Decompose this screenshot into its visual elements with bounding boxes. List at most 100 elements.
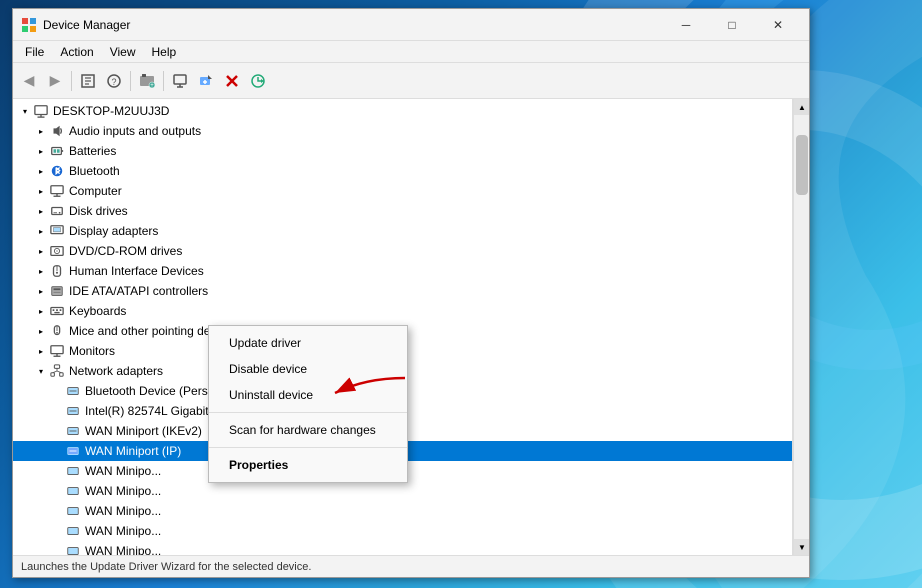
wan5-expand <box>49 543 65 555</box>
audio-icon <box>49 123 65 139</box>
bluetooth-icon <box>49 163 65 179</box>
monitors-icon <box>49 343 65 359</box>
keyboards-label: Keyboards <box>69 304 126 318</box>
menu-view[interactable]: View <box>102 43 144 61</box>
nic-icon-5 <box>65 463 81 479</box>
menu-file[interactable]: File <box>17 43 52 61</box>
scroll-down-button[interactable]: ▼ <box>794 539 809 555</box>
scroll-thumb[interactable] <box>796 135 808 195</box>
computer-expand[interactable] <box>33 183 49 199</box>
root-label: DESKTOP-M2UUJ3D <box>53 104 169 118</box>
wan1-expand <box>49 463 65 479</box>
back-button[interactable]: ◀ <box>17 69 41 93</box>
ctx-separator-1 <box>209 412 407 413</box>
tree-item-wan-5[interactable]: WAN Minipo... <box>13 541 792 555</box>
mouse-icon <box>49 323 65 339</box>
help-button[interactable]: ? <box>102 69 126 93</box>
tree-item-bluetooth[interactable]: Bluetooth <box>13 161 792 181</box>
keyboards-expand[interactable] <box>33 303 49 319</box>
minimize-button[interactable]: ─ <box>663 9 709 41</box>
root-expand[interactable] <box>17 103 33 119</box>
add-driver-button[interactable] <box>194 69 218 93</box>
disk-icon <box>49 203 65 219</box>
hid-expand[interactable] <box>33 263 49 279</box>
display-icon <box>49 223 65 239</box>
tree-item-wan-3[interactable]: WAN Minipo... <box>13 501 792 521</box>
wan-ikev2-label: WAN Miniport (IKEv2) <box>85 424 202 438</box>
mice-expand[interactable] <box>33 323 49 339</box>
computer2-icon <box>49 183 65 199</box>
tree-root[interactable]: DESKTOP-M2UUJ3D <box>13 101 792 121</box>
content-area: DESKTOP-M2UUJ3D Audio inputs and outputs <box>13 99 809 555</box>
network-expand[interactable] <box>33 363 49 379</box>
close-button[interactable]: ✕ <box>755 9 801 41</box>
wan-ip-expand <box>49 443 65 459</box>
ctx-separator-2 <box>209 447 407 448</box>
device-manager-window: Device Manager ─ □ ✕ File Action View He… <box>12 8 810 578</box>
tree-item-audio[interactable]: Audio inputs and outputs <box>13 121 792 141</box>
keyboard-icon <box>49 303 65 319</box>
forward-button[interactable]: ▶ <box>43 69 67 93</box>
toolbar-separator-1 <box>71 71 72 91</box>
ide-expand[interactable] <box>33 283 49 299</box>
bluetooth-label: Bluetooth <box>69 164 120 178</box>
window-icon <box>21 17 37 33</box>
nic-icon-7 <box>65 503 81 519</box>
tree-item-ide[interactable]: IDE ATA/ATAPI controllers <box>13 281 792 301</box>
batteries-icon <box>49 143 65 159</box>
context-menu: Update driver Disable device Uninstall d… <box>208 325 408 483</box>
properties-button[interactable] <box>76 69 100 93</box>
svg-text:+: + <box>150 83 154 89</box>
tree-item-display[interactable]: Display adapters <box>13 221 792 241</box>
tree-item-dvd[interactable]: DVD/CD-ROM drives <box>13 241 792 261</box>
tree-item-batteries[interactable]: Batteries <box>13 141 792 161</box>
ctx-scan-hardware[interactable]: Scan for hardware changes <box>209 417 407 443</box>
window-controls: ─ □ ✕ <box>663 9 801 41</box>
tree-item-hid[interactable]: Human Interface Devices <box>13 261 792 281</box>
maximize-button[interactable]: □ <box>709 9 755 41</box>
audio-expand[interactable] <box>33 123 49 139</box>
scroll-up-button[interactable]: ▲ <box>794 99 809 115</box>
tree-item-wan-2[interactable]: WAN Minipo... <box>13 481 792 501</box>
remove-button[interactable] <box>220 69 244 93</box>
dvd-label: DVD/CD-ROM drives <box>69 244 182 258</box>
ctx-update-driver[interactable]: Update driver <box>209 330 407 356</box>
ctx-uninstall-device[interactable]: Uninstall device <box>209 382 407 408</box>
nic-icon-4 <box>65 443 81 459</box>
wan4-label: WAN Minipo... <box>85 524 161 538</box>
monitors-expand[interactable] <box>33 343 49 359</box>
nic-icon-9 <box>65 543 81 555</box>
network-label: Network adapters <box>69 364 163 378</box>
dvd-expand[interactable] <box>33 243 49 259</box>
scroll-track[interactable] <box>794 115 809 539</box>
tree-item-wan-4[interactable]: WAN Minipo... <box>13 521 792 541</box>
batteries-expand[interactable] <box>33 143 49 159</box>
audio-label: Audio inputs and outputs <box>69 124 201 138</box>
wan2-expand <box>49 483 65 499</box>
menu-action[interactable]: Action <box>52 43 101 61</box>
scan-button[interactable]: + <box>135 69 159 93</box>
tree-item-keyboards[interactable]: Keyboards <box>13 301 792 321</box>
ctx-properties[interactable]: Properties <box>209 452 407 478</box>
wan5-label: WAN Minipo... <box>85 544 161 555</box>
tree-item-computer[interactable]: Computer <box>13 181 792 201</box>
display-label: Display adapters <box>69 224 158 238</box>
ctx-disable-device[interactable]: Disable device <box>209 356 407 382</box>
wan4-expand <box>49 523 65 539</box>
disk-expand[interactable] <box>33 203 49 219</box>
toolbar: ◀ ▶ ? + <box>13 63 809 99</box>
wan-ip-label: WAN Miniport (IP) <box>85 444 181 458</box>
wan3-label: WAN Minipo... <box>85 504 161 518</box>
bluetooth-expand[interactable] <box>33 163 49 179</box>
scrollbar[interactable]: ▲ ▼ <box>793 99 809 555</box>
menu-help[interactable]: Help <box>144 43 185 61</box>
window-title: Device Manager <box>43 18 663 32</box>
status-bar: Launches the Update Driver Wizard for th… <box>13 555 809 577</box>
update-button[interactable] <box>246 69 270 93</box>
nic-icon-6 <box>65 483 81 499</box>
tree-item-disk[interactable]: Disk drives <box>13 201 792 221</box>
display-button[interactable] <box>168 69 192 93</box>
display-expand[interactable] <box>33 223 49 239</box>
wan1-label: WAN Minipo... <box>85 464 161 478</box>
ide-icon <box>49 283 65 299</box>
